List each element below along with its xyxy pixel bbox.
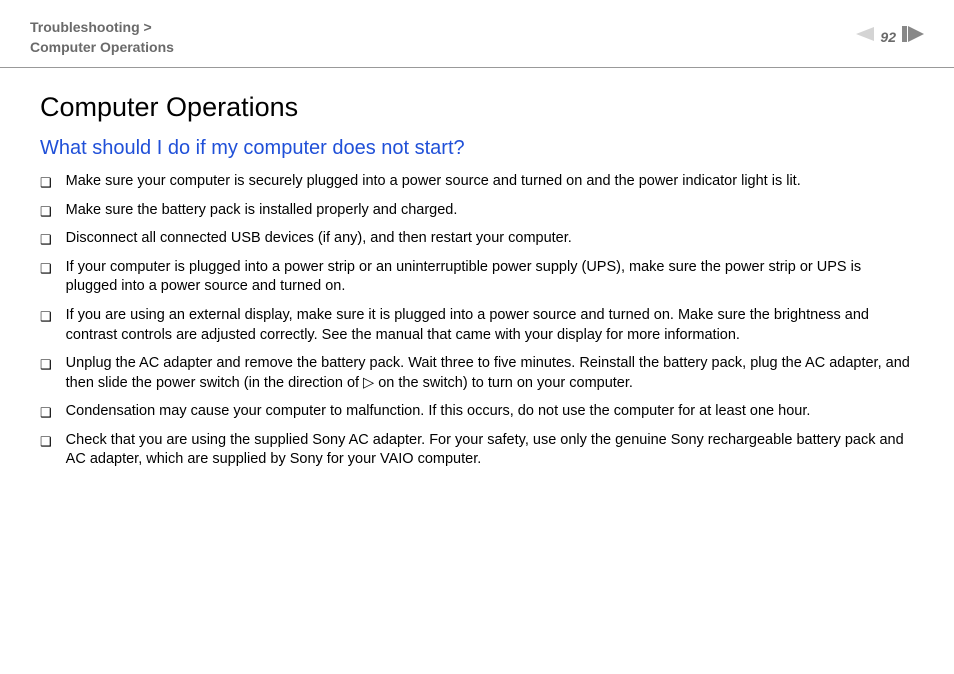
bullet-text: Condensation may cause your computer to … <box>66 402 914 422</box>
pager: 92 <box>856 26 924 47</box>
bullet-text: Make sure the battery pack is installed … <box>66 201 914 221</box>
prev-page-icon[interactable] <box>856 27 874 46</box>
bullet-text: Make sure your computer is securely plug… <box>66 172 914 192</box>
bullet-text: If you are using an external display, ma… <box>66 306 914 345</box>
list-item: ❑ If you are using an external display, … <box>40 306 914 345</box>
bullet-icon: ❑ <box>40 404 52 422</box>
page-header: Troubleshooting > Computer Operations 92 <box>0 0 954 68</box>
list-item: ❑ Disconnect all connected USB devices (… <box>40 229 914 249</box>
bullet-list: ❑ Make sure your computer is securely pl… <box>40 172 914 470</box>
bullet-icon: ❑ <box>40 231 52 249</box>
list-item: ❑ Make sure the battery pack is installe… <box>40 201 914 221</box>
page-title: Computer Operations <box>40 92 914 123</box>
breadcrumb-section: Troubleshooting > <box>30 18 174 38</box>
section-heading: What should I do if my computer does not… <box>40 137 914 160</box>
bullet-icon: ❑ <box>40 433 52 451</box>
page-number: 92 <box>880 29 896 45</box>
list-item: ❑ Unplug the AC adapter and remove the b… <box>40 354 914 393</box>
list-item: ❑ If your computer is plugged into a pow… <box>40 258 914 297</box>
list-item: ❑ Condensation may cause your computer t… <box>40 402 914 422</box>
bullet-icon: ❑ <box>40 174 52 192</box>
breadcrumb: Troubleshooting > Computer Operations <box>30 18 174 57</box>
bullet-text: Disconnect all connected USB devices (if… <box>66 229 914 249</box>
breadcrumb-page: Computer Operations <box>30 38 174 58</box>
next-page-icon[interactable] <box>902 26 924 47</box>
bullet-icon: ❑ <box>40 203 52 221</box>
bullet-text: If your computer is plugged into a power… <box>66 258 914 297</box>
bullet-icon: ❑ <box>40 308 52 326</box>
bullet-text: Check that you are using the supplied So… <box>66 431 914 470</box>
list-item: ❑ Check that you are using the supplied … <box>40 431 914 470</box>
bullet-icon: ❑ <box>40 356 52 374</box>
bullet-text: Unplug the AC adapter and remove the bat… <box>66 354 914 393</box>
bullet-icon: ❑ <box>40 260 52 278</box>
list-item: ❑ Make sure your computer is securely pl… <box>40 172 914 192</box>
content-area: Computer Operations What should I do if … <box>0 68 954 499</box>
